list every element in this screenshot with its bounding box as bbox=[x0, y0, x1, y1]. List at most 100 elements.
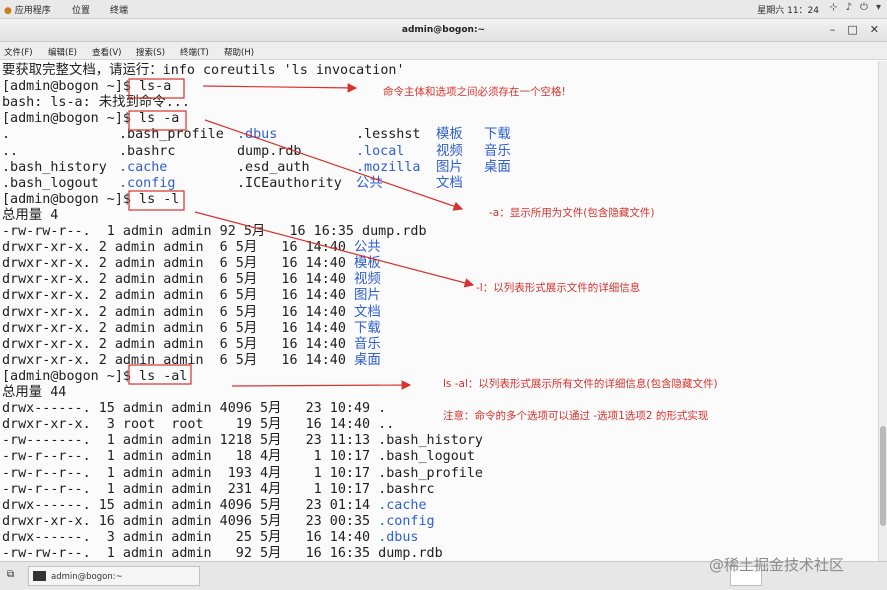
terminal-line: drwx------. 15 admin admin 4096 5月 23 01… bbox=[2, 498, 876, 514]
terminal-text: -rw-rw-r--. 1 admin admin 92 5月 16 16:35… bbox=[2, 224, 427, 239]
terminal-line: [admin@bogon ~]$ ls -al bbox=[2, 369, 876, 385]
volume-icon: ♪ bbox=[845, 2, 853, 13]
terminal-text: 总用量 4 bbox=[2, 207, 59, 223]
terminal-text: .esd_auth bbox=[237, 159, 310, 175]
window-title: admin@bogon:~ bbox=[401, 25, 486, 35]
terminal-text: drwxr-xr-x. 2 admin admin 6 5月 16 14:40 bbox=[2, 336, 354, 352]
chevron-down-icon: ▾ bbox=[875, 2, 881, 13]
places-menu[interactable]: 位置 bbox=[72, 3, 90, 16]
terminal-line: [admin@bogon ~]$ ls -l bbox=[2, 192, 876, 208]
terminal-text: .cache bbox=[378, 497, 427, 513]
terminal-line: drwxr-xr-x. 3 root root 19 5月 16 14:40 .… bbox=[2, 417, 876, 433]
terminal-line: -rw-------. 1 admin admin 1218 5月 23 11:… bbox=[2, 433, 876, 449]
annotation-combined-options: 注意：命令的多个选项可以通过 -选项1选项2 的形式实现 bbox=[443, 410, 709, 422]
terminal-text: .local bbox=[356, 143, 405, 159]
terminal-text: 桌面 bbox=[484, 159, 511, 175]
terminal-line: drwxr-xr-x. 2 admin admin 6 5月 16 14:40 … bbox=[2, 272, 876, 288]
apps-icon: ● bbox=[4, 6, 12, 16]
terminal-text: .bashrc bbox=[119, 143, 176, 159]
minimize-button[interactable]: – bbox=[830, 23, 836, 36]
terminal-line: 要获取完整文档，请运行：info coreutils 'ls invocatio… bbox=[2, 63, 876, 79]
system-tray[interactable]: ⊹ ♪ ⏻ ▾ bbox=[829, 2, 881, 13]
annotation-space-required: 命令主体和选项之间必须存在一个空格! bbox=[383, 86, 566, 98]
terminal-line: 总用量 4 bbox=[2, 208, 876, 224]
terminal-text: [admin@bogon ~]$ ls -a bbox=[2, 111, 180, 127]
terminal-text: .cache bbox=[119, 159, 168, 175]
menu-terminal[interactable]: 终端(T) bbox=[180, 46, 209, 58]
terminal-line: drwxr-xr-x. 2 admin admin 6 5月 16 14:40 … bbox=[2, 353, 876, 369]
window-titlebar[interactable]: admin@bogon:~ – □ ✕ bbox=[0, 19, 887, 42]
menu-edit[interactable]: 编辑(E) bbox=[48, 46, 77, 58]
terminal-text: 模板 bbox=[436, 127, 463, 143]
terminal-text: 总用量 44 bbox=[2, 385, 67, 400]
taskbar-window-button[interactable]: admin@bogon:~ bbox=[28, 566, 200, 586]
annotation-option-a: -a：显示所用为文件(包含隐藏文件) bbox=[489, 207, 655, 219]
menu-file[interactable]: 文件(F) bbox=[4, 46, 33, 58]
terminal-text: .dbus bbox=[378, 529, 419, 545]
terminal-line: drwxr-xr-x. 2 admin admin 6 5月 16 14:40 … bbox=[2, 240, 876, 256]
maximize-button[interactable]: □ bbox=[847, 23, 857, 36]
terminal-line: -rw-r--r--. 1 admin admin 231 4月 1 10:17… bbox=[2, 482, 876, 498]
terminal-line: -rw-r--r--. 1 admin admin 18 4月 1 10:17 … bbox=[2, 449, 876, 465]
show-desktop-icon[interactable]: ⧉ bbox=[7, 569, 14, 580]
terminal-output[interactable]: 要获取完整文档，请运行：info coreutils 'ls invocatio… bbox=[0, 61, 878, 561]
annotation-option-l: -l：以列表形式展示文件的详细信息 bbox=[476, 282, 641, 294]
terminal-text: drwxr-xr-x. 2 admin admin 6 5月 16 14:40 bbox=[2, 320, 354, 336]
terminal-text: 视频 bbox=[436, 143, 463, 159]
terminal-text: 公共 bbox=[354, 240, 381, 256]
terminal-line: drwxr-xr-x. 2 admin admin 6 5月 16 14:40 … bbox=[2, 305, 876, 321]
terminal-text: drwxr-xr-x. 2 admin admin 6 5月 16 14:40 bbox=[2, 256, 354, 272]
terminal-text: drwxr-xr-x. 16 admin admin 4096 5月 23 00… bbox=[2, 513, 379, 529]
terminal-text: -rw-r--r--. 1 admin admin 18 4月 1 10:17 … bbox=[2, 449, 475, 465]
terminal-line: drwxr-xr-x. 2 admin admin 6 5月 16 14:40 … bbox=[2, 321, 876, 337]
terminal-text: -rw-rw-r--. 1 admin admin 92 5月 16 16:35… bbox=[2, 546, 443, 561]
terminal-text: drwxr-xr-x. 2 admin admin 6 5月 16 14:40 bbox=[2, 304, 354, 320]
terminal-menubar: 文件(F) 编辑(E) 查看(V) 搜索(S) 终端(T) 帮助(H) bbox=[0, 42, 887, 60]
terminal-text: [admin@bogon ~]$ ls -l bbox=[2, 191, 180, 207]
terminal-line: -rw-r--r--. 1 admin admin 193 4月 1 10:17… bbox=[2, 466, 876, 482]
terminal-text: .bash_history bbox=[2, 159, 107, 175]
taskbar-window-label: admin@bogon:~ bbox=[51, 572, 123, 582]
terminal-text: .config bbox=[378, 513, 435, 529]
menu-search[interactable]: 搜索(S) bbox=[136, 46, 165, 58]
scrollbar-thumb[interactable] bbox=[880, 426, 886, 526]
terminal-line: .. .bashrc dump.rdb .local 视频 音乐 bbox=[2, 144, 876, 160]
network-icon: ⊹ bbox=[829, 2, 838, 13]
terminal-text: -rw-------. 1 admin admin 1218 5月 23 11:… bbox=[2, 433, 483, 449]
terminal-text: 下载 bbox=[484, 127, 511, 143]
terminal-menu[interactable]: 终端 bbox=[110, 3, 128, 16]
terminal-text: -rw-r--r--. 1 admin admin 193 4月 1 10:17… bbox=[2, 465, 483, 481]
terminal-scrollbar[interactable] bbox=[878, 61, 887, 561]
terminal-text: 文档 bbox=[354, 304, 381, 320]
watermark: @稀土掘金技术社区 bbox=[709, 556, 845, 574]
terminal-text: drwxr-xr-x. 2 admin admin 6 5月 16 14:40 bbox=[2, 352, 354, 368]
terminal-line: .bash_history .cache .esd_auth .mozilla 图片 桌面 bbox=[2, 160, 876, 176]
terminal-text: .ICEauthority bbox=[237, 175, 342, 191]
menu-view[interactable]: 查看(V) bbox=[92, 46, 121, 58]
terminal-text: .mozilla bbox=[356, 159, 421, 175]
terminal-line: 总用量 44 bbox=[2, 385, 876, 401]
terminal-line: drwx------. 3 admin admin 25 5月 16 14:40… bbox=[2, 530, 876, 546]
clock[interactable]: 星期六 11：24 bbox=[757, 3, 819, 16]
menu-help[interactable]: 帮助(H) bbox=[224, 46, 254, 58]
terminal-text: [admin@bogon ~]$ ls -al bbox=[2, 368, 188, 384]
window-controls: – □ ✕ bbox=[830, 23, 879, 36]
terminal-text: drwx------. 3 admin admin 25 5月 16 14:40 bbox=[2, 529, 379, 545]
terminal-line: .bash_logout .config .ICEauthority 公共 文档 bbox=[2, 176, 876, 192]
terminal-text: .config bbox=[119, 175, 176, 191]
terminal-line: drwxr-xr-x. 2 admin admin 6 5月 16 14:40 … bbox=[2, 337, 876, 353]
apps-menu[interactable]: ● 应用程序 bbox=[4, 3, 51, 16]
terminal-text: dump.rdb bbox=[237, 143, 302, 159]
terminal-text: .dbus bbox=[237, 127, 278, 143]
close-button[interactable]: ✕ bbox=[870, 23, 879, 36]
terminal-text: -rw-r--r--. 1 admin admin 231 4月 1 10:17… bbox=[2, 481, 435, 497]
terminal-text: 音乐 bbox=[354, 336, 381, 352]
terminal-text: .. bbox=[2, 143, 19, 159]
terminal-text: .bash_logout bbox=[2, 175, 99, 191]
terminal-line: drwxr-xr-x. 16 admin admin 4096 5月 23 00… bbox=[2, 514, 876, 530]
terminal-text: .bash_profile bbox=[119, 127, 224, 143]
terminal-text: drwx------. 15 admin admin 4096 5月 23 10… bbox=[2, 401, 387, 417]
terminal-text: drwxr-xr-x. 3 root root 19 5月 16 14:40 .… bbox=[2, 417, 395, 433]
terminal-text: drwxr-xr-x. 2 admin admin 6 5月 16 14:40 bbox=[2, 272, 354, 288]
power-icon: ⏻ bbox=[860, 2, 868, 13]
